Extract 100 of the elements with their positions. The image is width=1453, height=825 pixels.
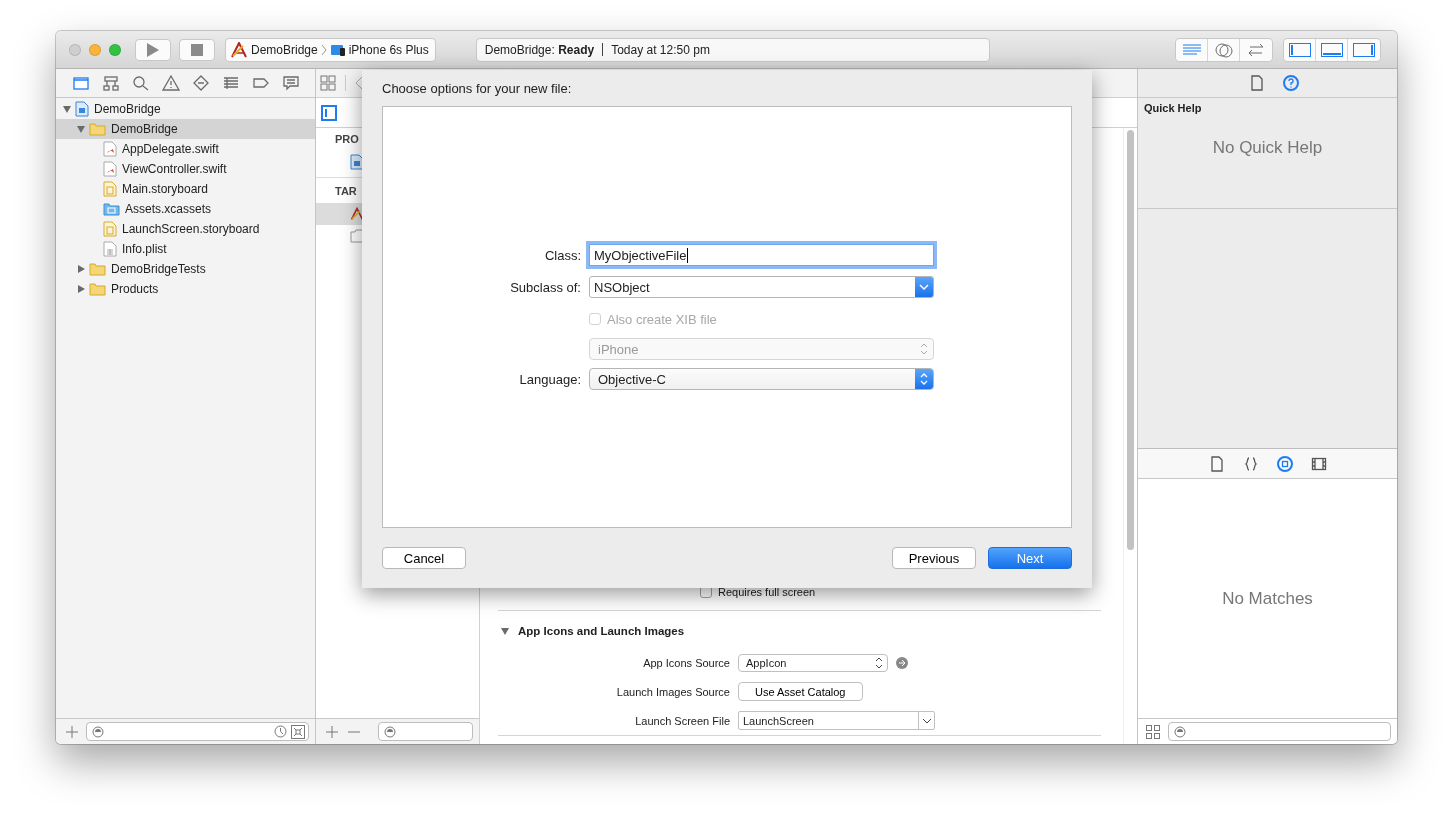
editor-mode-control[interactable] (1175, 37, 1273, 62)
navigator-row[interactable]: Assets.xcassets (56, 199, 315, 219)
field-label: Class: (543, 247, 581, 263)
stop-icon (191, 43, 203, 56)
subclass-combo-box[interactable]: NSObject (589, 276, 934, 298)
view-toggle-control[interactable] (1283, 37, 1381, 62)
build-status: DemoBridge: Ready (484, 42, 595, 57)
folder-icon (89, 262, 106, 276)
storyboard-file-icon (103, 221, 117, 237)
project-file-icon (75, 101, 89, 117)
updown-arrows-icon (920, 373, 928, 385)
scheme-name: DemoBridge (251, 42, 318, 57)
zoom-button[interactable] (109, 43, 121, 56)
recent-files-icon[interactable] (274, 725, 287, 738)
disclosure-triangle[interactable] (500, 626, 510, 636)
disclosure-triangle[interactable] (76, 124, 86, 134)
app-target-icon (350, 206, 364, 222)
disclosure-triangle[interactable] (76, 284, 86, 294)
sheet-title: Choose options for your new file: (382, 79, 573, 98)
setting-label: App Icons Source (642, 656, 730, 669)
navigator-row[interactable]: LaunchScreen.storyboard (56, 219, 315, 239)
navigator-row[interactable]: Products (56, 279, 315, 299)
swift-file-icon (103, 161, 117, 177)
navigator-row[interactable]: ViewController.swift (56, 159, 315, 179)
debug-navigator-tab[interactable] (221, 74, 240, 92)
plist-file-icon (103, 241, 117, 257)
checkbox-label: Also create XIB file (607, 311, 717, 327)
grid-view-icon[interactable] (1146, 724, 1160, 739)
chevron-down-icon (919, 284, 929, 290)
add-button[interactable] (324, 723, 340, 740)
popup-button[interactable]: Objective-C (589, 368, 934, 390)
report-navigator-tab[interactable] (281, 74, 300, 92)
swift-file-icon (103, 141, 117, 157)
disclosure-triangle[interactable] (76, 264, 86, 274)
lines-icon (1181, 42, 1202, 57)
chevron-down-icon (921, 717, 932, 724)
destination-name: iPhone 6s Plus (348, 42, 429, 57)
sheet-button[interactable]: Previous (892, 547, 976, 569)
setting-label: Launch Images Source (615, 685, 730, 698)
empty-message: No Quick Help (1211, 138, 1324, 158)
object-library-tab[interactable] (1275, 454, 1294, 473)
plus-icon (66, 725, 78, 738)
two-arrows-icon (1246, 42, 1266, 57)
chevron-icon (320, 43, 327, 56)
filter-icon (384, 725, 396, 738)
section-header: PRO (334, 132, 360, 147)
use-asset-catalog-button[interactable]: Use Asset Catalog (738, 682, 863, 701)
find-navigator-tab[interactable] (131, 74, 150, 92)
asset-catalog-icon (103, 202, 120, 216)
quick-help-title: Quick Help (1143, 101, 1203, 116)
test-navigator-tab[interactable] (191, 74, 210, 92)
project-file-icon (350, 154, 364, 170)
navigator-row[interactable]: DemoBridge (56, 99, 315, 119)
folder-icon (89, 282, 106, 296)
navigator-row[interactable]: Info.plist (56, 239, 315, 259)
filter-field[interactable] (1168, 722, 1391, 741)
checkbox-label: Requires full screen (718, 586, 816, 598)
navigator-row[interactable]: Main.storyboard (56, 179, 315, 199)
app-target-icon (230, 41, 248, 58)
go-arrow-icon[interactable] (896, 656, 908, 669)
plus-icon (326, 725, 338, 738)
build-time: Today at 12:50 pm (611, 42, 710, 57)
filter-icon (1174, 725, 1186, 738)
overlapping-circles-icon (1213, 41, 1234, 58)
run-button[interactable] (135, 38, 171, 61)
scheme-selector[interactable]: DemoBridge iPhone 6s Plus (225, 37, 436, 62)
folder-icon (89, 122, 106, 136)
sheet-button[interactable]: Cancel (382, 547, 466, 569)
navigator-row[interactable]: DemoBridge (56, 119, 315, 139)
bundle-icon (350, 229, 364, 243)
panel-layout-icon (1320, 42, 1343, 57)
field-label: Language: (518, 371, 581, 387)
navigator-row[interactable]: DemoBridgeTests (56, 259, 315, 279)
help-inspector-tab[interactable] (1281, 74, 1300, 92)
updown-arrows-icon (875, 656, 883, 669)
class-name-field[interactable]: MyObjectiveFile (589, 244, 934, 266)
panel-layout-icon (1353, 42, 1375, 57)
sheet-button[interactable]: Next (988, 547, 1072, 569)
source-control-filter-icon[interactable] (291, 724, 305, 739)
project-navigator-tab[interactable] (71, 74, 90, 92)
filter-icon (92, 725, 104, 738)
empty-message: No Matches (1222, 588, 1313, 609)
updown-arrows-icon (920, 343, 928, 355)
navigator-row[interactable]: AppDelegate.swift (56, 139, 315, 159)
disclosure-triangle[interactable] (62, 104, 72, 114)
issue-navigator-tab[interactable] (161, 74, 180, 92)
symbol-navigator-tab[interactable] (101, 74, 120, 92)
combo-box[interactable]: LaunchScreen (738, 711, 935, 730)
panel-layout-icon (1288, 42, 1311, 57)
sidebar-toggle-icon[interactable] (321, 104, 337, 121)
section-header: TAR (334, 184, 358, 199)
popup-button[interactable]: AppIcon (738, 653, 888, 672)
filter-field[interactable] (378, 722, 473, 741)
scrollbar-thumb[interactable] (1127, 130, 1134, 550)
play-icon (146, 41, 160, 58)
add-button[interactable] (64, 723, 80, 740)
related-items-icon[interactable] (320, 75, 336, 91)
storyboard-file-icon (103, 181, 117, 197)
filter-field[interactable] (86, 722, 309, 741)
stop-button[interactable] (179, 38, 215, 61)
